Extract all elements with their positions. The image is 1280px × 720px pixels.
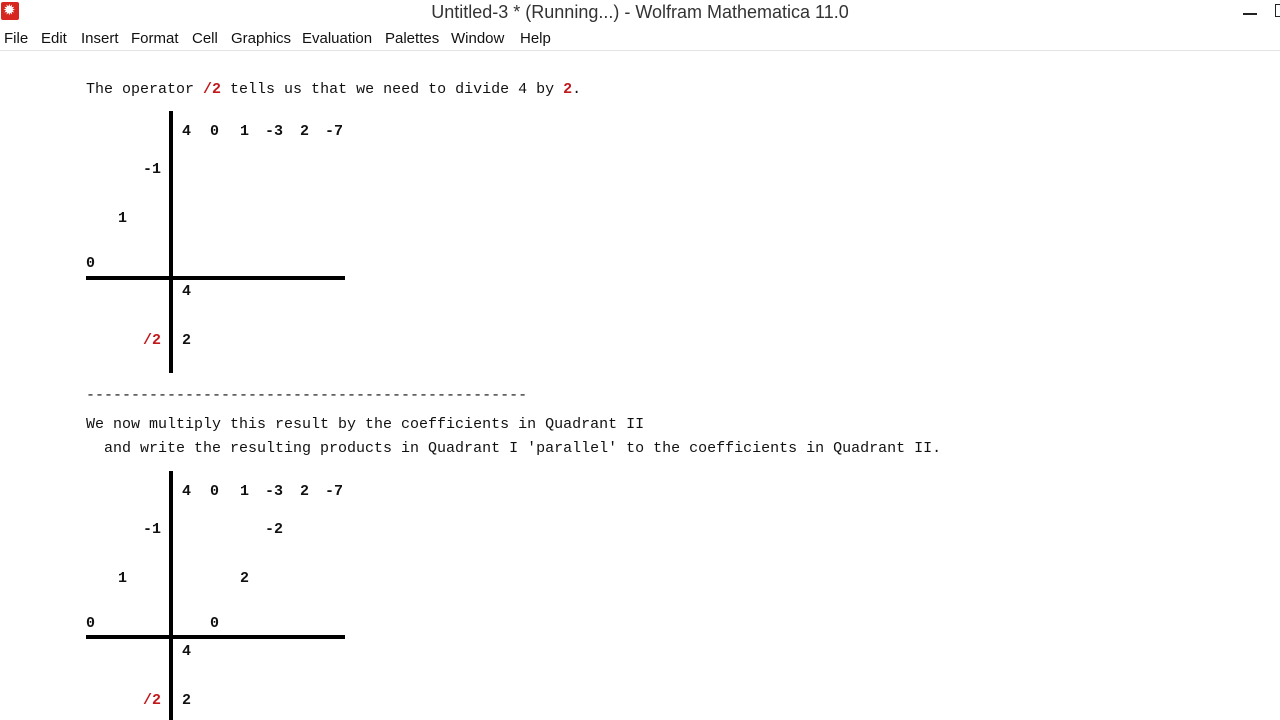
left-label: 1 [118, 570, 128, 587]
coefficient: 4 [182, 123, 192, 140]
menu-window[interactable]: Window [451, 30, 504, 47]
quotient-value: 2 [182, 692, 192, 709]
product-value: 2 [240, 570, 250, 587]
coefficient: -3 [265, 123, 284, 140]
quotient-value: 2 [182, 332, 192, 349]
menu-edit[interactable]: Edit [41, 30, 67, 47]
result-value: 4 [182, 643, 192, 660]
menu-graphics[interactable]: Graphics [231, 30, 291, 47]
coefficient: 1 [240, 483, 250, 500]
result-value: 4 [182, 283, 192, 300]
divisor-label: 2 [563, 81, 573, 98]
vertical-axis [169, 471, 173, 720]
notebook-area[interactable]: The operator /2 tells us that we need to… [0, 51, 1280, 720]
restore-icon[interactable] [1275, 4, 1280, 17]
product-value: 0 [210, 615, 220, 632]
menu-insert[interactable]: Insert [81, 30, 119, 47]
left-label: -1 [143, 161, 162, 178]
menu-cell[interactable]: Cell [192, 30, 218, 47]
left-label: 0 [86, 255, 96, 272]
intro-text: The operator /2 tells us that we need to… [86, 81, 582, 98]
horizontal-axis [86, 276, 345, 280]
coefficient: 2 [300, 123, 310, 140]
menu-bar: File Edit Insert Format Cell Graphics Ev… [0, 26, 1280, 51]
coefficient: 0 [210, 483, 220, 500]
left-label: -1 [143, 521, 162, 538]
coefficient: -3 [265, 483, 284, 500]
product-value: -2 [265, 521, 284, 538]
divisor-operator: /2 [143, 332, 162, 349]
menu-format[interactable]: Format [131, 30, 179, 47]
explanation-line-1: We now multiply this result by the coeff… [86, 416, 645, 433]
operator-label: /2 [203, 81, 222, 98]
menu-file[interactable]: File [4, 30, 28, 47]
menu-help[interactable]: Help [520, 30, 551, 47]
coefficient: 0 [210, 123, 220, 140]
vertical-axis [169, 111, 173, 373]
horizontal-axis [86, 635, 345, 639]
coefficient: 1 [240, 123, 250, 140]
coefficient: 2 [300, 483, 310, 500]
coefficient: -7 [325, 483, 344, 500]
left-label: 1 [118, 210, 128, 227]
menu-palettes[interactable]: Palettes [385, 30, 439, 47]
window-title: Untitled-3 * (Running...) - Wolfram Math… [431, 2, 849, 22]
divisor-operator: /2 [143, 692, 162, 709]
coefficient: 4 [182, 483, 192, 500]
minimize-icon[interactable] [1243, 13, 1257, 15]
coefficient: -7 [325, 123, 344, 140]
explanation-line-2: and write the resulting products in Quad… [86, 440, 942, 457]
left-label: 0 [86, 615, 96, 632]
menu-evaluation[interactable]: Evaluation [302, 30, 372, 47]
separator-line: ----------------------------------------… [86, 387, 528, 404]
title-bar: Untitled-3 * (Running...) - Wolfram Math… [0, 0, 1280, 26]
